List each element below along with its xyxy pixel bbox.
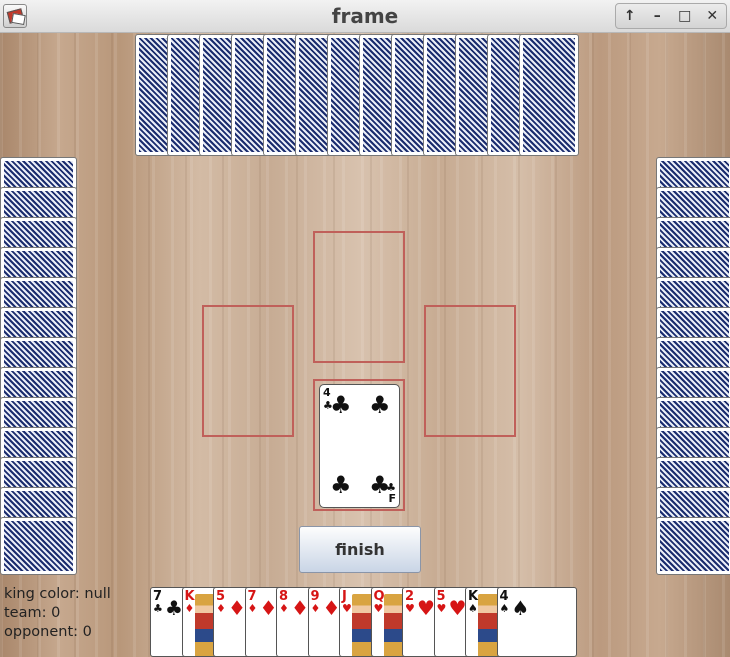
suit-pip: ♦ [259, 596, 278, 620]
suit-pip: ♠ [511, 596, 530, 620]
team-score-label: team: 0 [4, 605, 61, 621]
card-suit: ♥ [436, 602, 447, 615]
trick-slot-west[interactable] [202, 305, 294, 437]
card-suit: ♠ [468, 602, 478, 615]
suit-pip: ♦ [291, 596, 309, 620]
card-suit: ♦ [247, 602, 258, 615]
card-suit: ♦ [310, 602, 321, 615]
trick-slot-north[interactable] [313, 231, 405, 363]
club-pip: ♣ [330, 471, 352, 499]
card-suit: ♠ [499, 602, 510, 615]
east-hand-card-back [656, 517, 730, 575]
west-hand-card-back [0, 517, 77, 575]
card-suit: ♥ [342, 602, 352, 615]
card-suit: ♦ [216, 602, 226, 615]
window-controls: ↑ – □ ✕ [615, 3, 727, 29]
king-color-label: king color: null [4, 586, 111, 602]
trick-slot-east[interactable] [424, 305, 516, 437]
suit-pip: ♦ [322, 596, 341, 620]
card-suit: ♦ [279, 602, 289, 615]
hand-card[interactable]: ♠ 4 ♠ [496, 587, 577, 657]
card-suit: ♥ [405, 602, 415, 615]
suit-pip: ♣ [165, 596, 183, 620]
club-pip: ♣ [369, 391, 391, 419]
close-icon[interactable]: ✕ [700, 5, 724, 27]
suit-pip: ♦ [228, 596, 246, 620]
played-card-corner-letter: F [388, 492, 396, 505]
up-arrow-icon[interactable]: ↑ [618, 5, 642, 27]
suit-pip: ♥ [448, 596, 467, 620]
title-bar[interactable]: frame ↑ – □ ✕ [0, 0, 730, 33]
minimize-icon[interactable]: – [645, 5, 669, 27]
finish-button[interactable]: finish [299, 526, 421, 573]
card-suit: ♦ [184, 602, 195, 615]
opponent-score-label: opponent: 0 [4, 624, 92, 640]
card-suit: ♣ [153, 602, 163, 615]
maximize-icon[interactable]: □ [673, 5, 697, 27]
card-suit: ♥ [373, 602, 384, 615]
north-hand-card-back [519, 34, 579, 156]
played-card-south[interactable]: 4 ♣ ♣ ♣ ♣ ♣ ♣ F [319, 384, 400, 508]
suit-pip: ♥ [417, 596, 435, 620]
club-pip: ♣ [330, 391, 352, 419]
